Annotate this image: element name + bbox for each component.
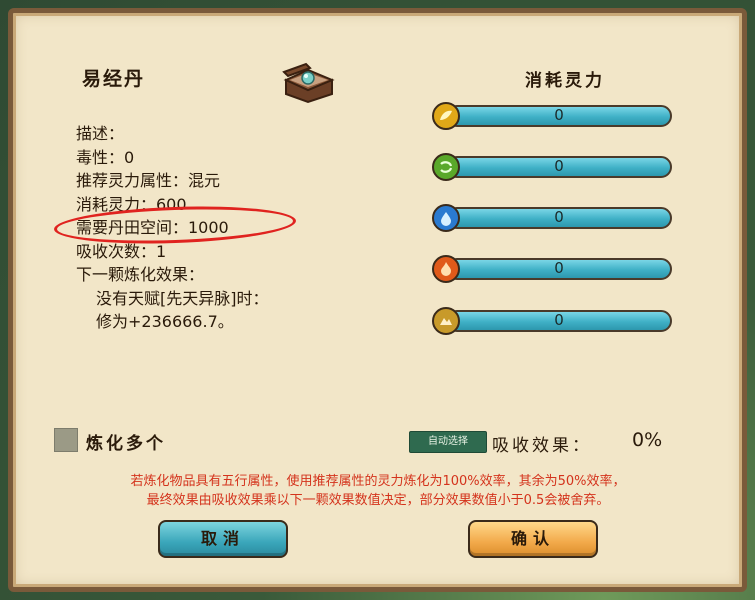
confirm-button[interactable]: 确认: [468, 520, 598, 558]
power-bar-value: 0: [554, 208, 564, 226]
cancel-button[interactable]: 取消: [158, 520, 288, 558]
metal-power-bar: 0: [432, 102, 672, 130]
power-bar-value: 0: [554, 157, 564, 175]
refine-multiple-label: 炼化多个: [86, 434, 166, 454]
fire-power-bar: 0: [432, 255, 672, 283]
power-bar-value: 0: [554, 106, 564, 124]
effect-condition-line: 没有天赋[先天异脉]时：: [96, 288, 269, 308]
earth-element-icon: [432, 307, 460, 335]
next-effect-title: 下一颗炼化效果：: [76, 265, 205, 284]
toxicity-line: 毒性：0: [76, 147, 135, 167]
absorb-effect-value: 0%: [632, 429, 663, 451]
refine-multiple-checkbox[interactable]: [54, 428, 78, 452]
consume-power-title: 消耗灵力: [525, 71, 605, 91]
power-bar-value: 0: [554, 259, 564, 277]
description-line: 描述：: [76, 124, 125, 143]
metal-element-icon: [432, 102, 460, 130]
wood-element-icon: [432, 153, 460, 181]
efficiency-note-line1: 若炼化物品具有五行属性，使用推荐属性的灵力炼化为100%效率，其余为50%效率，: [130, 474, 626, 489]
absorb-effect-label: 吸收效果：: [492, 436, 592, 456]
fire-element-icon: [432, 255, 460, 283]
auto-select-button[interactable]: 自动选择: [409, 431, 487, 453]
efficiency-note: 若炼化物品具有五行属性，使用推荐属性的灵力炼化为100%效率，其余为50%效率，…: [40, 472, 716, 510]
item-name: 易经丹: [82, 68, 146, 90]
wood-power-bar: 0: [432, 153, 672, 181]
recommended-attr-line: 推荐灵力属性：混元: [76, 171, 221, 190]
power-bar-value: 0: [554, 311, 564, 329]
water-power-bar: 0: [432, 204, 672, 232]
earth-power-bar: 0: [432, 307, 672, 335]
cultivation-gain-line: 修为+236666.7。: [96, 312, 234, 331]
treasure-chest-icon: [280, 60, 336, 104]
efficiency-note-line2: 最终效果由吸收效果乘以下一颗效果数值决定，部分效果数值小于0.5会被舍弃。: [146, 493, 610, 508]
water-element-icon: [432, 204, 460, 232]
